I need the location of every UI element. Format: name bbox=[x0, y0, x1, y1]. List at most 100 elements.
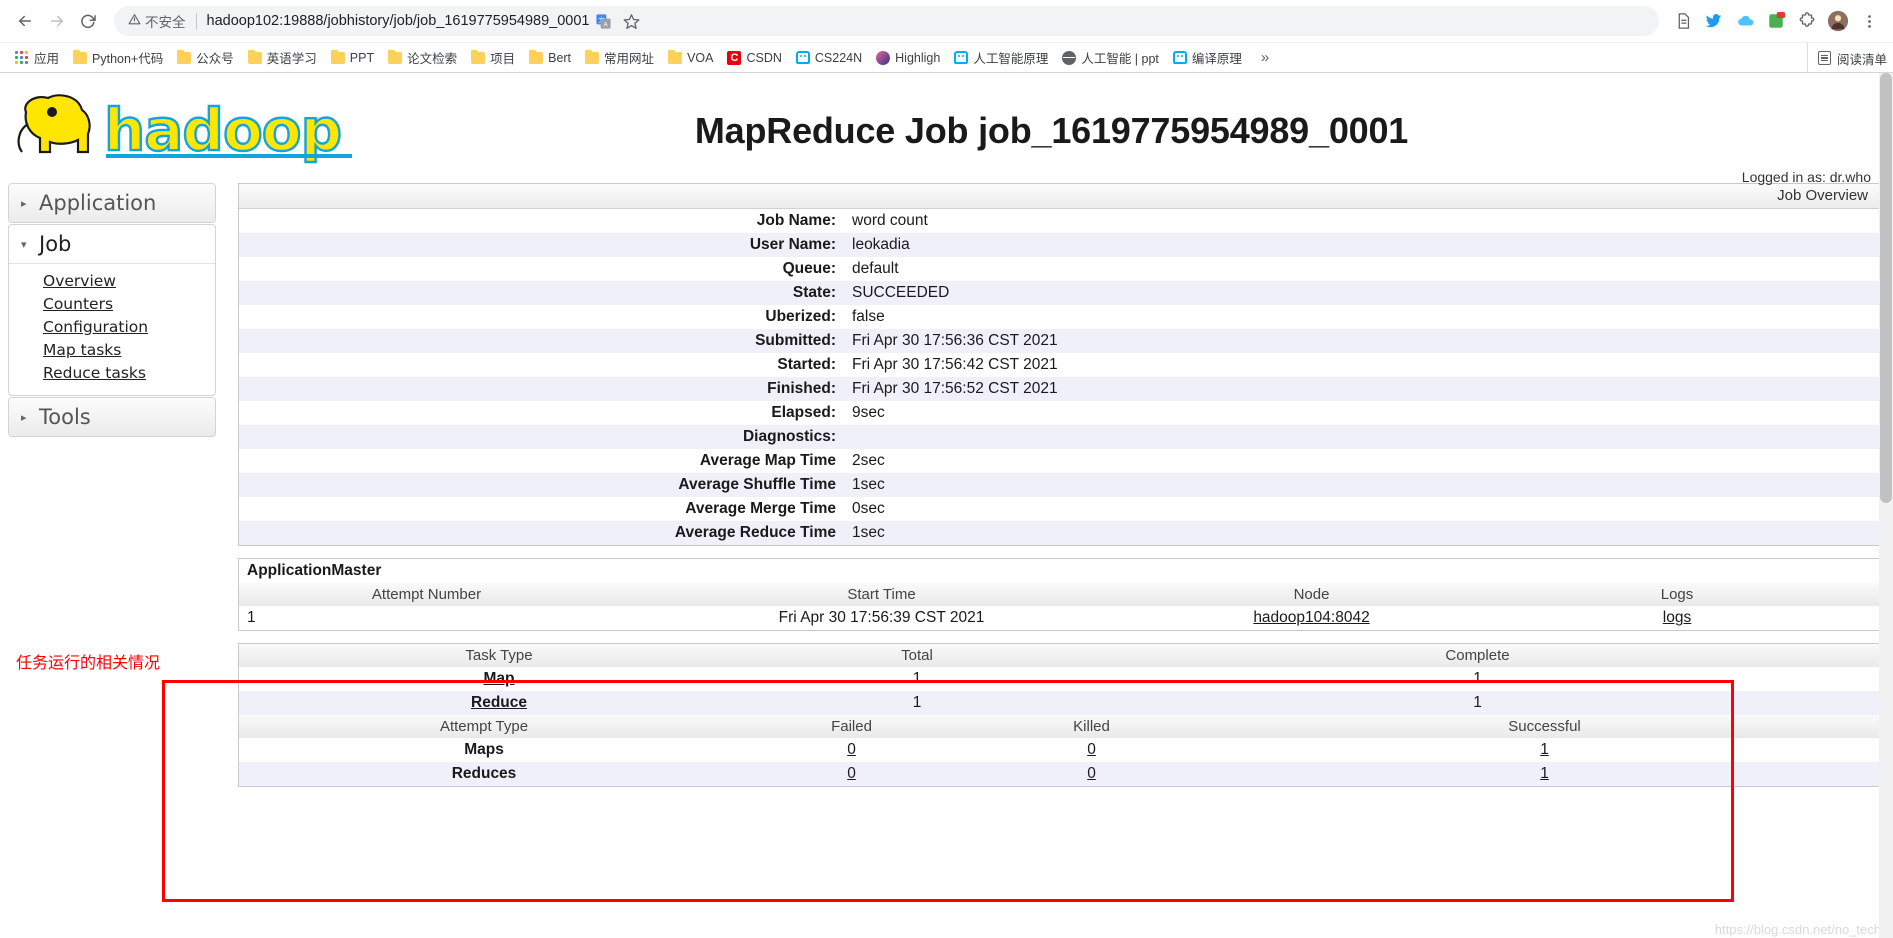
logs-link[interactable]: logs bbox=[1663, 609, 1691, 626]
reload-button[interactable] bbox=[74, 6, 104, 36]
col-failed[interactable]: Failed bbox=[729, 715, 974, 738]
page-header: hadoop MapReduce Job job_1619775954989_0… bbox=[0, 73, 1893, 177]
attempt-type-table: Attempt Type Failed Killed Successful Ma… bbox=[239, 715, 1880, 786]
bookmarks-overflow-button[interactable]: » bbox=[1255, 47, 1275, 68]
sidebar-item-reduce-tasks[interactable]: Reduce tasks bbox=[43, 362, 215, 385]
col-successful[interactable]: Successful bbox=[1209, 715, 1880, 738]
bookmark-csdn[interactable]: C CSDN bbox=[720, 48, 788, 68]
sidebar-item-configuration[interactable]: Configuration bbox=[43, 316, 215, 339]
folder-icon bbox=[73, 49, 88, 64]
sidebar-section-header[interactable]: ▾ Job bbox=[9, 225, 215, 264]
scrollbar-track[interactable] bbox=[1879, 73, 1893, 938]
row-value: 1sec bbox=[852, 476, 885, 493]
bookmark-compiler-principles[interactable]: 编译原理 bbox=[1166, 45, 1249, 70]
bookmark-apps[interactable]: 应用 bbox=[8, 45, 66, 70]
profile-avatar-icon[interactable] bbox=[1824, 7, 1852, 35]
application-master-title-row: ApplicationMaster bbox=[239, 559, 1880, 583]
maps-successful-link[interactable]: 1 bbox=[1540, 741, 1549, 758]
col-task-type[interactable]: Task Type bbox=[239, 644, 759, 667]
reduces-failed-link[interactable]: 0 bbox=[847, 765, 856, 782]
reduces-killed-link[interactable]: 0 bbox=[1087, 765, 1096, 782]
col-killed[interactable]: Killed bbox=[974, 715, 1209, 738]
bookmark-ai-principles[interactable]: 人工智能原理 bbox=[947, 45, 1055, 70]
bookmark-label: Highligh bbox=[895, 50, 941, 65]
bookmark-label: 论文检索 bbox=[407, 52, 458, 66]
row-key: Average Reduce Time bbox=[674, 524, 836, 541]
scrollbar-thumb[interactable] bbox=[1880, 73, 1892, 503]
bookmark-python-code[interactable]: Python+代码 bbox=[66, 45, 170, 70]
menu-icon[interactable] bbox=[1855, 7, 1883, 35]
col-attempt-number[interactable]: Attempt Number bbox=[239, 583, 614, 606]
bookmark-label: VOA bbox=[687, 50, 714, 65]
sidebar-section-application[interactable]: ▸ Application bbox=[8, 183, 216, 223]
col-start-time[interactable]: Start Time bbox=[614, 583, 1149, 606]
star-icon[interactable] bbox=[618, 7, 646, 35]
reading-list-button[interactable]: 阅读清单 bbox=[1806, 43, 1887, 73]
maps-killed-link[interactable]: 0 bbox=[1087, 741, 1096, 758]
bookmark-project[interactable]: 项目 bbox=[464, 45, 522, 70]
forward-button[interactable] bbox=[42, 6, 72, 36]
cloud-icon[interactable] bbox=[1731, 7, 1759, 35]
sidebar-item-counters[interactable]: Counters bbox=[43, 293, 215, 316]
sidebar-section-tools[interactable]: ▸ Tools bbox=[8, 397, 216, 437]
bird-icon[interactable] bbox=[1700, 7, 1728, 35]
puzzle-icon[interactable] bbox=[1793, 7, 1821, 35]
row-value: 2sec bbox=[852, 452, 885, 469]
reduces-successful-link[interactable]: 1 bbox=[1540, 765, 1549, 782]
row-key: Average Map Time bbox=[699, 452, 836, 469]
bookmark-common-sites[interactable]: 常用网址 bbox=[578, 45, 661, 70]
cell-task-type: Map bbox=[239, 667, 759, 691]
address-bar[interactable]: 不安全 hadoop102:19888/jobhistory/job/job_1… bbox=[114, 6, 1659, 36]
url-text[interactable]: hadoop102:19888/jobhistory/job/job_16197… bbox=[207, 13, 590, 29]
bookmark-cs224n[interactable]: CS224N bbox=[789, 48, 869, 68]
bookmark-label: CSDN bbox=[746, 50, 782, 65]
security-indicator[interactable]: 不安全 bbox=[128, 11, 186, 31]
bookmark-label: CS224N bbox=[814, 50, 863, 65]
col-total[interactable]: Total bbox=[759, 644, 1075, 667]
sidebar-section-header[interactable]: ▸ Application bbox=[9, 184, 215, 222]
task-summary-panel: Task Type Total Complete Map 1 1 Reduce … bbox=[238, 643, 1881, 787]
table-row: User Name: leokadia bbox=[239, 233, 1880, 257]
col-complete[interactable]: Complete bbox=[1075, 644, 1880, 667]
reduce-link[interactable]: Reduce bbox=[471, 694, 527, 711]
row-key: Queue: bbox=[782, 260, 836, 277]
bookmark-gongzhonghao[interactable]: 公众号 bbox=[170, 45, 241, 70]
maps-failed-link[interactable]: 0 bbox=[847, 741, 856, 758]
sidebar-section-header[interactable]: ▸ Tools bbox=[9, 398, 215, 436]
table-row: Job Name: word count bbox=[239, 209, 1880, 233]
badge-icon[interactable] bbox=[1762, 7, 1790, 35]
page-icon[interactable] bbox=[1669, 7, 1697, 35]
bookmark-ppt[interactable]: PPT bbox=[324, 48, 381, 68]
bookmark-paper-search[interactable]: 论文检索 bbox=[381, 45, 464, 70]
content-wrapper: ▸ Application ▾ Job Overview Counters Co… bbox=[0, 177, 1893, 787]
col-node[interactable]: Node bbox=[1149, 583, 1474, 606]
row-key: Diagnostics: bbox=[742, 428, 836, 445]
annotation-label: 任务运行的相关情况 bbox=[16, 653, 161, 672]
folder-icon bbox=[177, 49, 192, 64]
bookmark-highlight[interactable]: Highligh bbox=[869, 48, 947, 68]
back-button[interactable] bbox=[10, 6, 40, 36]
globe-icon bbox=[1062, 50, 1077, 65]
csdn-icon: C bbox=[727, 50, 742, 65]
row-value: Fri Apr 30 17:56:36 CST 2021 bbox=[852, 332, 1058, 349]
table-row: Maps 0 0 1 bbox=[239, 738, 1880, 762]
col-attempt-type[interactable]: Attempt Type bbox=[239, 715, 729, 738]
bookmark-bert[interactable]: Bert bbox=[522, 48, 578, 68]
table-row: Submitted: Fri Apr 30 17:56:36 CST 2021 bbox=[239, 329, 1880, 353]
bookmark-english-study[interactable]: 英语学习 bbox=[241, 45, 324, 70]
bookmark-label: 人工智能 | ppt bbox=[1081, 52, 1159, 66]
bookmark-voa[interactable]: VOA bbox=[661, 48, 720, 68]
table-header-row: Attempt Number Start Time Node Logs bbox=[239, 583, 1880, 606]
bookmark-label: PPT bbox=[349, 50, 375, 65]
row-key: Finished: bbox=[767, 380, 836, 397]
bookmark-ai-ppt[interactable]: 人工智能 | ppt bbox=[1055, 45, 1166, 70]
col-logs[interactable]: Logs bbox=[1474, 583, 1880, 606]
sidebar-item-overview[interactable]: Overview bbox=[43, 270, 215, 293]
map-link[interactable]: Map bbox=[484, 670, 515, 687]
node-link[interactable]: hadoop104:8042 bbox=[1253, 609, 1369, 626]
table-row: Reduce 1 1 bbox=[239, 691, 1880, 715]
row-key: State: bbox=[792, 284, 836, 301]
sidebar-section-job[interactable]: ▾ Job Overview Counters Configuration Ma… bbox=[8, 224, 216, 396]
sidebar-item-map-tasks[interactable]: Map tasks bbox=[43, 339, 215, 362]
translate-icon[interactable]: 文A bbox=[590, 7, 618, 35]
